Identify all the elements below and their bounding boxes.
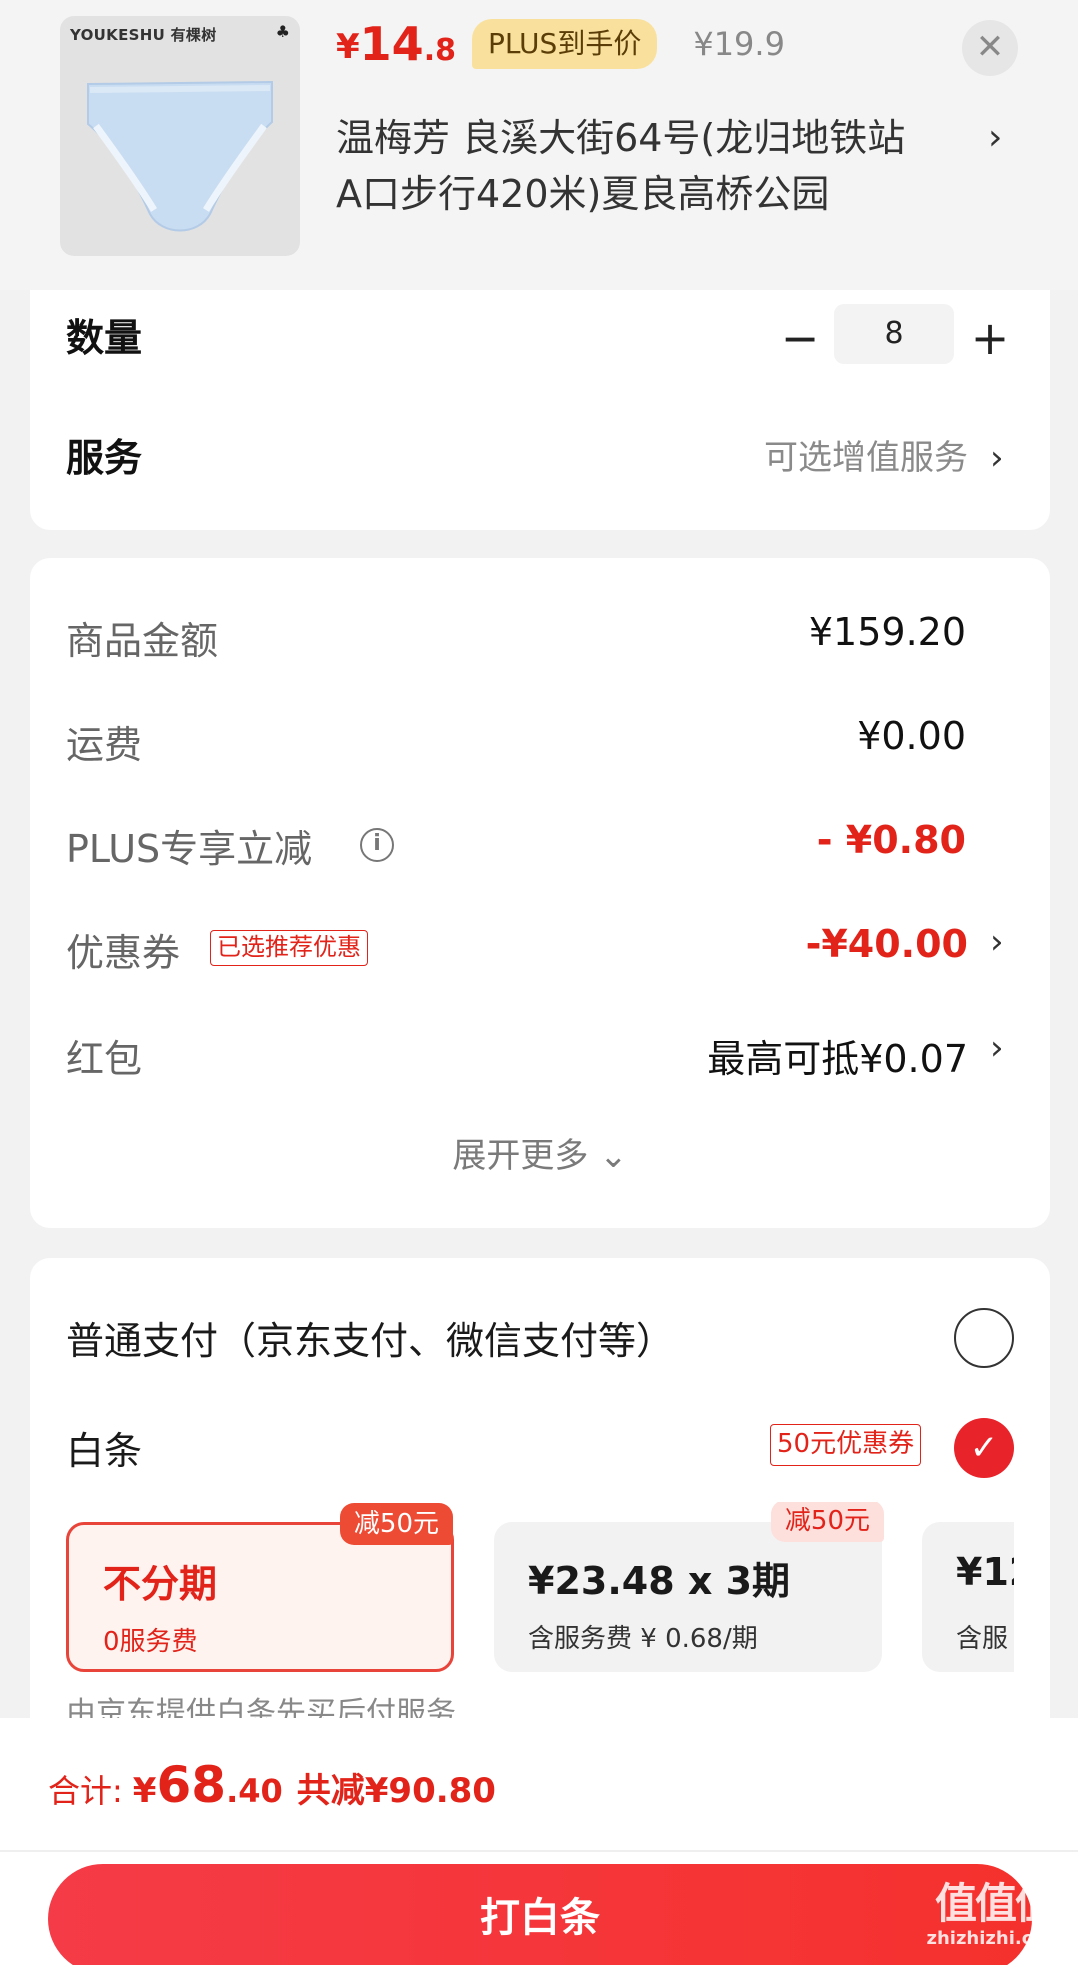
total-savings: 共减¥90.80 [296,1771,496,1811]
goods-amount-value: ¥159.20 [808,610,966,654]
installment-title: ¥23.48 x 3期 [528,1559,791,1603]
service-label: 服务 [66,436,143,480]
shipping-value: ¥0.00 [857,714,966,758]
plus-price-tag: PLUS到手价 [471,19,658,69]
quantity-label: 数量 [66,316,143,360]
address-line-2: A口步行420米)夏良高桥公园 [336,172,830,216]
delivery-address[interactable]: 温梅芳 良溪大街64号(龙归地铁站 A口步行420米)夏良高桥公园 [336,110,976,222]
plus-discount-label: PLUS专享立减 [66,827,313,871]
chevron-right-icon[interactable]: › [988,110,1002,166]
pay-baitiao-button[interactable]: 打白条 [48,1864,1032,1965]
installment-option-more[interactable]: ¥12 含服 [922,1522,1014,1672]
watermark-logo: 值值值 [934,1879,1057,1928]
address-line-1: 温梅芳 良溪大街64号(龙归地铁站 [336,116,906,160]
quantity-input[interactable]: 8 [834,304,954,364]
underwear-image [87,80,273,232]
red-packet-value[interactable]: 最高可抵¥0.07 [707,1028,968,1083]
info-icon[interactable]: i [360,828,394,862]
installment-option-3[interactable]: 减50元 ¥23.48 x 3期 含服务费 ¥ 0.68/期 [494,1502,884,1672]
coupon-label: 优惠券 [66,931,181,975]
order-header: YOUKESHU 有棵树 ♣ ¥ 14 .8 PLUS到手价 ¥19.9 ✕ 温… [0,0,1078,290]
total-currency: ¥ [132,1771,157,1811]
total-integer: 68 [156,1756,227,1814]
installment-options: 减50元 不分期 0服务费 减50元 ¥23.48 x 3期 含服务费 ¥ 0.… [66,1502,1014,1682]
price-row: ¥ 14 .8 PLUS到手价 ¥19.9 [336,14,785,74]
shipping-label: 运费 [66,723,143,767]
recommended-coupon-badge: 已选推荐优惠 [210,930,368,966]
total-decimal: .40 [226,1772,283,1810]
plus-discount-value: - ¥0.80 [816,818,966,862]
installment-title: 不分期 [103,1562,218,1606]
quantity-decrease-button[interactable]: − [770,310,830,370]
baitiao-label[interactable]: 白条 [66,1420,142,1475]
chevron-right-icon[interactable]: › [990,1028,1004,1068]
discount-badge: 减50元 [770,1502,884,1542]
chevron-right-icon[interactable]: › [990,922,1004,962]
cost-summary-card: 商品金额 ¥159.20 运费 ¥0.00 PLUS专享立减 i - ¥0.80… [30,558,1050,1228]
normal-payment-radio[interactable] [954,1308,1014,1368]
installment-title: ¥12 [956,1550,1014,1594]
close-button[interactable]: ✕ [962,20,1018,76]
chevron-right-icon[interactable]: › [990,430,1004,486]
service-selector[interactable]: 可选增值服务 [764,430,968,486]
expand-more-button[interactable]: 展开更多 ⌄ [30,1128,1050,1177]
installment-option-none[interactable]: 减50元 不分期 0服务费 [66,1503,454,1672]
installment-fee: 含服务费 ¥ 0.68/期 [528,1624,758,1654]
coupon-value[interactable]: -¥40.00 [806,922,968,966]
normal-payment-label[interactable]: 普通支付（京东支付、微信支付等） [66,1310,674,1365]
site-watermark: 值值值 zhizhizhi.com [920,1880,1070,1950]
price-integer: 14 [359,17,424,71]
price-currency: ¥ [336,27,360,67]
baitiao-coupon-badge: 50元优惠券 [770,1424,922,1466]
quantity-increase-button[interactable]: + [960,310,1020,370]
divider [0,1850,1078,1852]
goods-amount-label: 商品金额 [66,619,219,663]
baitiao-radio-checked[interactable]: ✓ [954,1418,1014,1478]
price-decimal: .8 [423,32,456,68]
original-price: ¥19.9 [693,25,785,63]
check-icon: ✓ [969,1428,999,1468]
brand-club-icon: ♣ [275,22,290,41]
installment-fee: 含服 [956,1624,1009,1654]
close-icon: ✕ [975,27,1005,67]
red-packet-label: 红包 [66,1037,143,1081]
installment-fee: 0服务费 [103,1627,198,1657]
total-summary: 合计: ¥ 68 .40 共减¥90.80 [48,1756,496,1814]
watermark-domain: zhizhizhi.com [926,1928,1064,1949]
total-label: 合计: [48,1772,123,1810]
checkout-bar: 合计: ¥ 68 .40 共减¥90.80 打白条 [0,1718,1078,1965]
quantity-service-card: 数量 − 8 + 服务 可选增值服务 › [30,290,1050,530]
product-thumbnail[interactable]: YOUKESHU 有棵树 ♣ [60,16,300,256]
discount-badge: 减50元 [339,1503,453,1545]
brand-logo-text: YOUKESHU 有棵树 [70,26,217,44]
